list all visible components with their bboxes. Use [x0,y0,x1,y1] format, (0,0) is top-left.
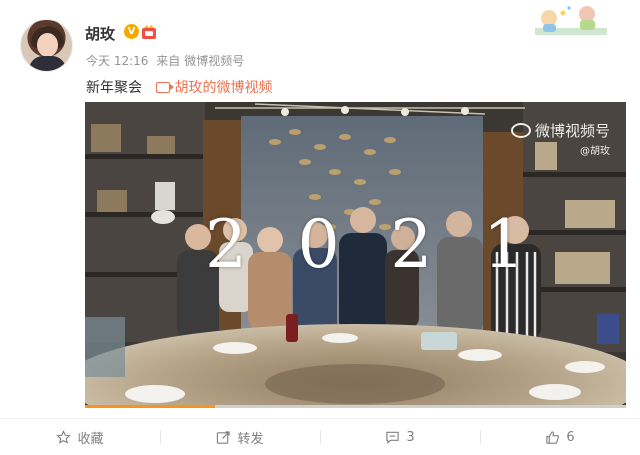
video-link-label: 胡玫的微博视频 [174,80,273,96]
author-name[interactable]: 胡玫 [85,23,115,44]
post-body: 新年聚会 [86,80,142,96]
watermark-handle: @胡玫 [580,146,610,157]
year-overlay: 2 0 2 1 [205,206,525,283]
favorite-button[interactable]: 收藏 [0,420,160,455]
action-bar: 收藏 转发 3 6 [0,420,640,455]
favorite-label: 收藏 [77,432,104,447]
comment-button[interactable]: 3 [320,420,480,455]
video-camera-icon [156,82,175,93]
video-progress-bar[interactable] [85,405,626,408]
comment-count: 3 [406,430,415,445]
watermark: 微博视频号 @胡玫 [510,120,610,157]
weibo-logo-icon [510,123,531,138]
post-time[interactable]: 今天 12:16 [86,54,148,68]
year-digit: 0 [297,206,340,283]
watermark-label: 微博视频号 [534,122,610,140]
verified-badge-icon: V [124,24,139,39]
video-progress-fill [85,405,215,408]
divider [0,418,640,419]
weibo-post-card: 胡玫 V 今天 12:16 来自 微博视频号 新年聚会 胡玫的微博视频 微博视频… [0,0,640,455]
like-count: 6 [566,430,575,445]
star-icon [56,430,72,444]
post-meta: 今天 12:16 来自 微博视频号 [86,52,248,69]
year-digit: 1 [482,206,525,283]
repost-label: 转发 [237,432,264,447]
post-source[interactable]: 微博视频号 [184,54,244,68]
year-digit: 2 [205,206,247,283]
avatar[interactable] [20,19,73,72]
video-player[interactable]: 微博视频号 @胡玫 2 0 2 1 [85,102,626,408]
comment-icon [386,431,400,444]
repost-button[interactable]: 转发 [160,420,320,455]
decorative-banner-illustration [535,6,607,35]
like-button[interactable]: 6 [480,420,640,455]
year-digit: 2 [390,206,433,283]
video-link[interactable]: 胡玫的微博视频 [156,80,272,96]
like-icon [546,431,560,444]
source-prefix: 来自 [156,54,181,68]
vip-badge-icon [142,25,156,39]
share-icon [217,431,231,444]
post-text: 新年聚会 胡玫的微博视频 [86,77,272,97]
